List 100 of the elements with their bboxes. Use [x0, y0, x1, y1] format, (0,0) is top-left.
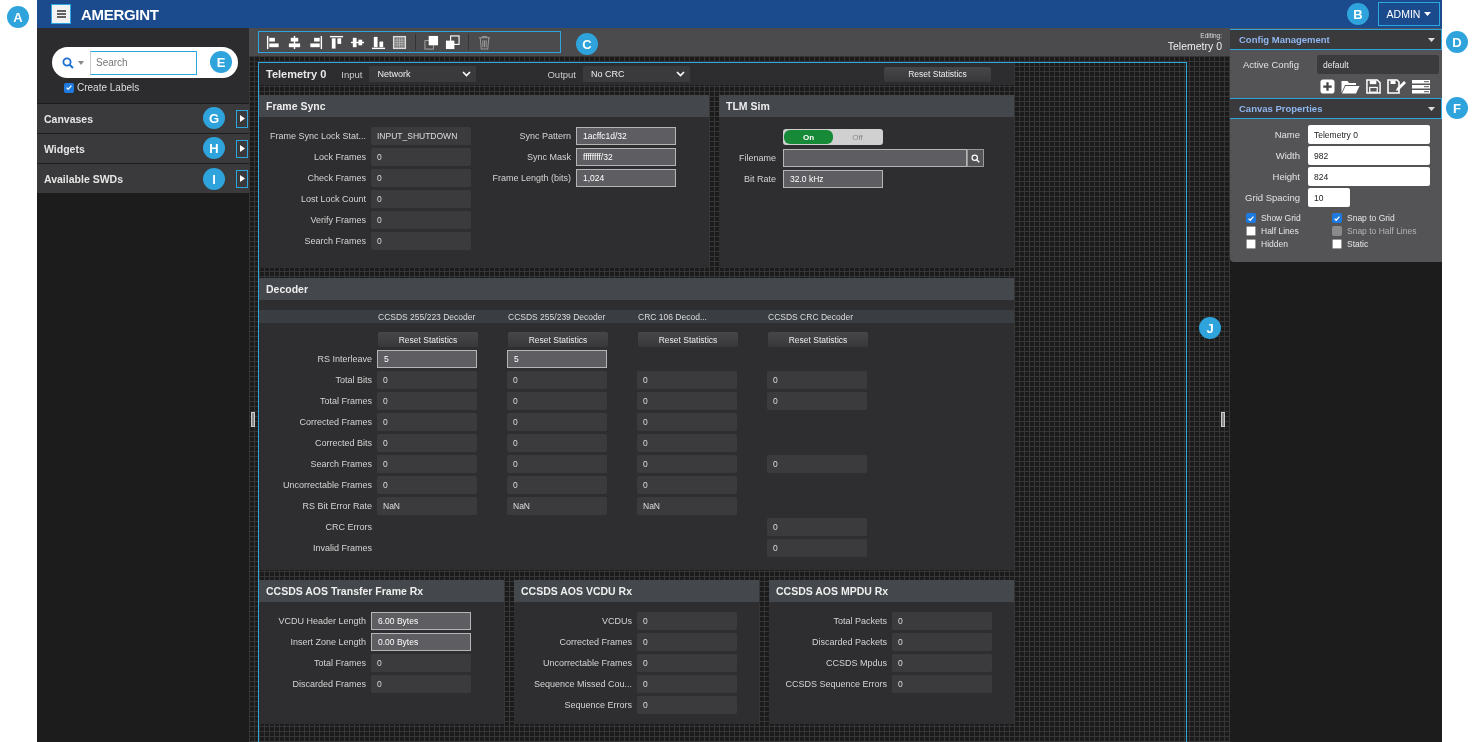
caret-icon: [239, 115, 245, 122]
resize-handle[interactable]: [1221, 412, 1225, 427]
align-left-icon[interactable]: [266, 34, 281, 50]
widget-frame[interactable]: [258, 62, 1187, 742]
field-label: Discarded Packets: [810, 637, 887, 647]
field-label: Bit Rate: [743, 174, 776, 184]
value-field[interactable]: default: [1317, 55, 1439, 74]
search-field[interactable]: Search: [90, 50, 197, 75]
value-field: 0: [371, 148, 471, 166]
send-to-back-icon[interactable]: [445, 34, 460, 50]
field-label: Search Frames: [303, 236, 366, 246]
search-icon[interactable]: [62, 56, 74, 69]
value-field[interactable]: 6.00 Bytes: [371, 612, 471, 630]
reset-statistics-button[interactable]: Reset Statistics: [508, 332, 608, 348]
field-label: Sequence Missed Cou...: [532, 679, 632, 689]
value-field[interactable]: 1,024: [576, 169, 676, 187]
checkbox[interactable]: [1332, 213, 1342, 223]
value-field: NaN: [377, 497, 477, 515]
field-label: Height: [1271, 171, 1300, 182]
align-right-icon[interactable]: [308, 34, 323, 50]
caret-icon: [1428, 106, 1435, 111]
value-field[interactable]: 982: [1308, 146, 1430, 165]
value-field[interactable]: 10: [1308, 188, 1350, 207]
value-field: 0: [637, 434, 737, 452]
field-label: Active Config: [1243, 59, 1300, 70]
save-icon[interactable]: [1366, 79, 1381, 94]
value-field: 0: [892, 612, 992, 630]
reset-statistics-button[interactable]: Reset Statistics: [884, 66, 991, 82]
input-label: Input: [341, 68, 363, 80]
value-field[interactable]: 32.0 kHz: [783, 170, 883, 188]
value-field: 0: [767, 371, 867, 389]
column-header: CCSDS CRC Decoder: [768, 310, 855, 323]
value-field[interactable]: 5: [507, 350, 607, 368]
expand-button[interactable]: [236, 139, 248, 158]
value-field[interactable]: ffffffff/32: [576, 148, 676, 166]
value-field: 0: [637, 392, 737, 410]
accordion-header[interactable]: Canvas Properties: [1228, 98, 1442, 119]
value-field: 0: [507, 455, 607, 473]
value-field[interactable]: 1acffc1d/32: [576, 127, 676, 145]
field-label: Corrected Frames: [298, 417, 372, 427]
output-select[interactable]: No CRC: [583, 66, 690, 82]
checkbox[interactable]: [1246, 239, 1256, 249]
field-label: Grid Spacing: [1244, 192, 1300, 203]
search-icon: [971, 153, 980, 163]
value-field: 0: [767, 539, 867, 557]
checkbox[interactable]: [1246, 226, 1256, 236]
reset-statistics-button[interactable]: Reset Statistics: [378, 332, 478, 348]
add-icon[interactable]: [1320, 79, 1335, 94]
resize-handle[interactable]: [251, 412, 255, 427]
panel-header: TLM Sim: [719, 95, 1014, 117]
value-field: 0: [377, 455, 477, 473]
toggle-switch[interactable]: On Off: [783, 129, 883, 145]
checkbox[interactable]: [64, 82, 74, 93]
value-field[interactable]: 824: [1308, 167, 1430, 186]
value-field[interactable]: Telemetry 0: [1308, 125, 1430, 144]
value-field[interactable]: 0.00 Bytes: [371, 633, 471, 651]
caret-icon: [239, 175, 245, 182]
user-menu-button[interactable]: ADMIN: [1378, 2, 1440, 26]
checkbox[interactable]: [1332, 239, 1342, 249]
value-field: 0: [767, 392, 867, 410]
align-bottom-icon[interactable]: [371, 34, 386, 50]
browse-button[interactable]: [967, 149, 984, 167]
checkbox-label: Snap to Half Lines: [1347, 226, 1417, 236]
field-label: VCDU Header Length: [277, 616, 366, 626]
value-field: 0: [637, 413, 737, 431]
align-top-icon[interactable]: [329, 34, 344, 50]
logo: AMERGINT: [81, 5, 159, 23]
field-label: Sync Pattern: [518, 131, 571, 141]
folder-icon[interactable]: [1341, 79, 1360, 94]
section-title: Config Management: [1239, 34, 1331, 45]
list-icon[interactable]: [1412, 79, 1430, 94]
caret-icon[interactable]: [78, 60, 84, 65]
field-label: Uncorrectable Frames: [541, 658, 632, 668]
toggle-segment[interactable]: On: [784, 130, 833, 144]
value-field: 0: [507, 434, 607, 452]
reset-statistics-button[interactable]: Reset Statistics: [768, 332, 868, 348]
editing-canvas-name: Telemetry 0: [1167, 40, 1222, 51]
checkbox-label: Half Lines: [1261, 226, 1299, 236]
caret-icon: [239, 145, 245, 152]
value-field: 0: [637, 696, 737, 714]
menu-icon: [56, 10, 66, 18]
grid-icon[interactable]: [392, 34, 407, 50]
value-field: 0: [767, 518, 867, 536]
expand-button[interactable]: [236, 109, 248, 128]
reset-statistics-button[interactable]: Reset Statistics: [638, 332, 738, 348]
value-field: INPUT_SHUTDOWN: [371, 127, 471, 145]
expand-button[interactable]: [236, 169, 248, 188]
bring-to-front-icon[interactable]: [424, 34, 439, 50]
align-center-icon[interactable]: [287, 34, 302, 50]
value-field: 0: [507, 476, 607, 494]
trash-icon[interactable]: [477, 34, 492, 50]
input-select[interactable]: Network: [369, 66, 477, 82]
value-field[interactable]: 5: [377, 350, 477, 368]
filename-field[interactable]: [783, 149, 967, 167]
accordion-header[interactable]: Config Management: [1228, 29, 1442, 50]
chevron-icon: [676, 71, 685, 77]
callout-marker: A: [7, 6, 29, 28]
menu-button[interactable]: [51, 4, 71, 24]
checkbox[interactable]: [1246, 213, 1256, 223]
edit-icon[interactable]: [1387, 79, 1406, 94]
